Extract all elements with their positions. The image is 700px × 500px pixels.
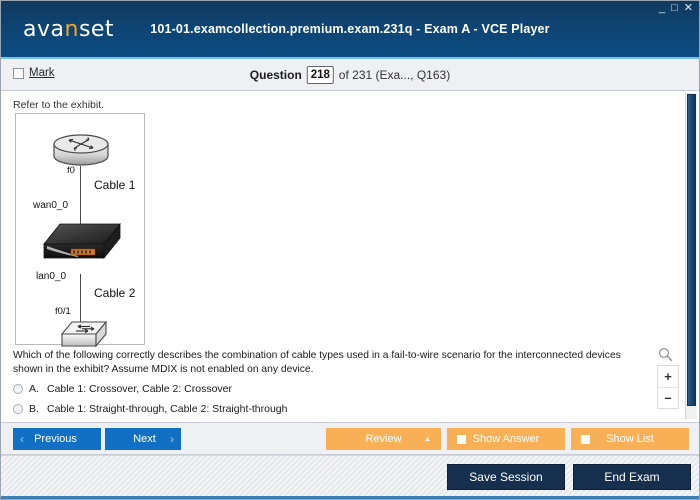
mark-checkbox[interactable]: Mark (13, 67, 55, 79)
question-text: Which of the following correctly describ… (13, 350, 621, 375)
question-counter: Question of 231 (Exa..., Q163) (249, 65, 451, 84)
label-f0: f0 (67, 165, 75, 176)
zoom-in-button[interactable]: + (658, 366, 678, 387)
switch-icon (60, 320, 108, 348)
network-diagram: f0 Cable 1 wan0_0 lan0_0 Cable 2 f0/1 (16, 114, 144, 348)
exhibit-image[interactable]: f0 Cable 1 wan0_0 lan0_0 Cable 2 f0/1 (15, 113, 145, 348)
previous-button[interactable]: ‹ Previous (13, 428, 101, 450)
zoom-controls[interactable]: + – (657, 365, 679, 409)
save-session-button[interactable]: Save Session (447, 464, 565, 490)
question-number-input[interactable] (306, 65, 334, 84)
label-f0-1: f0/1 (55, 306, 71, 317)
router-icon (53, 134, 109, 166)
answer-radio-a[interactable] (13, 384, 23, 394)
chevron-left-icon: ‹ (20, 432, 24, 446)
content-scrollbar-thumb[interactable] (687, 94, 696, 406)
zoom-out-button[interactable]: – (658, 388, 678, 409)
network-appliance-icon (43, 222, 121, 260)
review-button-label: Review (365, 433, 402, 445)
answer-text-a: Cable 1: Crossover, Cable 2: Crossover (47, 383, 232, 395)
cable-1-line (80, 166, 81, 226)
question-bar: Mark Question of 231 (Exa..., Q163) (1, 59, 699, 91)
show-answer-checkbox-icon (457, 434, 466, 444)
next-button-label: Next (133, 433, 156, 445)
window-controls: _ □ ✕ (659, 3, 693, 14)
answer-option-a[interactable]: A. Cable 1: Crossover, Cable 2: Crossove… (13, 383, 513, 395)
question-label: Question (249, 67, 302, 82)
title-bar: avanset 101-01.examcollection.premium.ex… (1, 1, 699, 59)
show-answer-button-label: Show Answer (472, 433, 540, 445)
question-total-label: of 231 (Exa..., Q163) (338, 67, 451, 82)
content-scrollbar[interactable] (685, 93, 697, 419)
answer-options-list: A. Cable 1: Crossover, Cable 2: Crossove… (13, 383, 513, 422)
vce-player-window: avanset 101-01.examcollection.premium.ex… (0, 0, 700, 500)
chevron-right-icon: › (170, 432, 174, 446)
mark-label: Mark (29, 67, 55, 79)
label-cable-1: Cable 1 (94, 178, 136, 192)
answer-text-b: Cable 1: Straight-through, Cable 2: Stra… (47, 403, 288, 415)
label-lan0-0: lan0_0 (36, 271, 67, 282)
show-list-button[interactable]: Show List (571, 428, 689, 450)
answer-letter-b: B. (29, 403, 39, 415)
triangle-up-icon: ▲ (424, 435, 431, 443)
show-answer-button[interactable]: Show Answer (447, 428, 565, 450)
question-content-area: Refer to the exhibit. f0 Cable 1 wan0_0 … (1, 91, 699, 423)
refer-text: Refer to the exhibit. (13, 99, 105, 111)
answer-option-b[interactable]: B. Cable 1: Straight-through, Cable 2: S… (13, 403, 513, 415)
show-list-button-label: Show List (606, 433, 654, 445)
previous-button-label: Previous (34, 433, 77, 445)
minimize-icon[interactable]: _ (659, 3, 665, 14)
maximize-icon[interactable]: □ (671, 3, 678, 14)
mark-checkbox-box[interactable] (13, 67, 24, 79)
navigation-toolbar: ‹ Previous Next › Review ▲ Show Answer S… (1, 423, 699, 455)
window-title: 101-01.examcollection.premium.exam.231q … (150, 22, 550, 36)
next-button[interactable]: Next › (105, 428, 181, 450)
footer-bar: Save Session End Exam (1, 455, 699, 499)
magnifier-icon[interactable] (658, 347, 673, 362)
show-list-checkbox-icon (581, 434, 590, 444)
label-cable-2: Cable 2 (94, 286, 136, 300)
answer-letter-a: A. (29, 383, 39, 395)
answer-radio-b[interactable] (13, 404, 23, 414)
review-button[interactable]: Review ▲ (326, 428, 441, 450)
close-icon[interactable]: ✕ (684, 3, 693, 14)
end-exam-button[interactable]: End Exam (573, 464, 691, 490)
label-wan0-0: wan0_0 (33, 200, 69, 211)
